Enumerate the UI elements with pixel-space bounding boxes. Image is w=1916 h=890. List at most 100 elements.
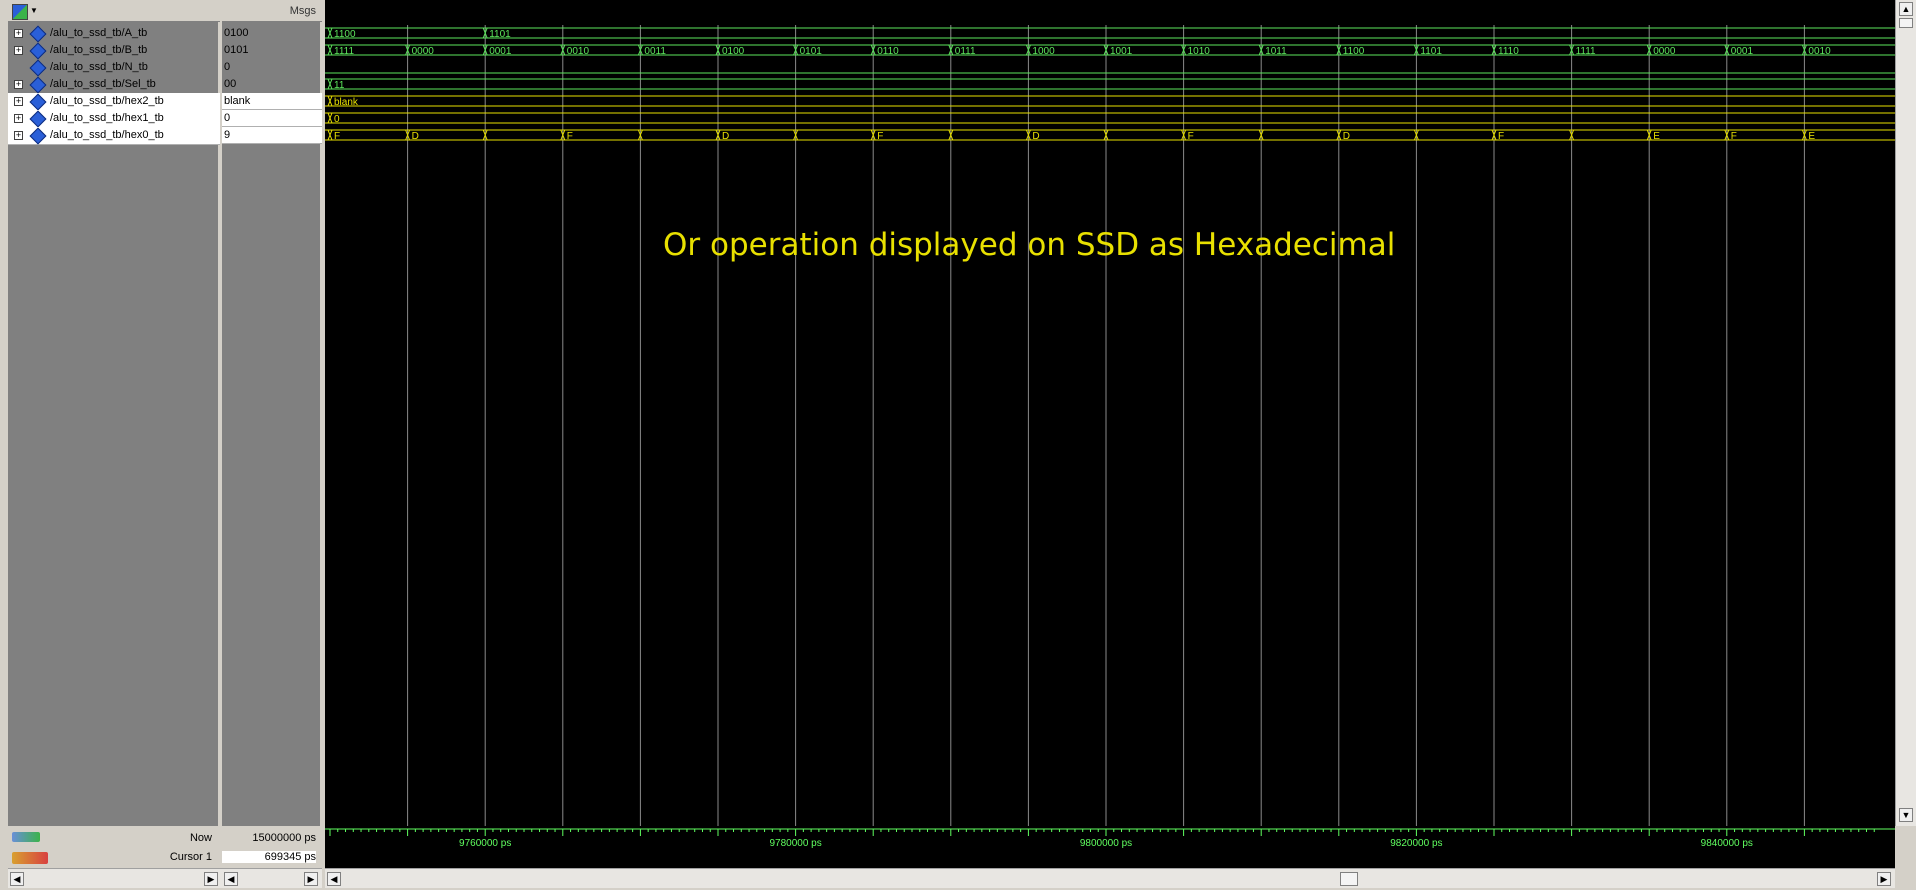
dropdown-arrow-icon[interactable]: ▼ bbox=[30, 6, 38, 15]
hex1-tb-wave-value-label: 0 bbox=[334, 114, 340, 125]
waveform-hscrollbar[interactable]: ◀ ▶ bbox=[325, 868, 1895, 888]
scroll-down-icon[interactable]: ▼ bbox=[1899, 808, 1913, 822]
names-header: ▼ bbox=[8, 0, 220, 22]
expand-icon[interactable]: + bbox=[14, 80, 23, 89]
signal-name: /alu_to_ssd_tb/hex0_tb bbox=[50, 129, 164, 141]
wave-toolbar-icon[interactable] bbox=[12, 4, 28, 20]
sel-tb-wave-edge bbox=[327, 78, 333, 90]
b-tb-wave-value-label: 0101 bbox=[800, 46, 823, 57]
signal-value: 9 bbox=[222, 127, 322, 144]
signal-row[interactable]: + /alu_to_ssd_tb/Sel_tb 00 bbox=[8, 76, 322, 94]
scroll-left-icon[interactable]: ◀ bbox=[224, 872, 238, 886]
hex0-tb-wave-edge bbox=[327, 129, 333, 141]
hex2-tb-wave-value-label: blank bbox=[334, 97, 359, 108]
expand-icon[interactable]: + bbox=[14, 29, 23, 38]
hex0-tb-wave-value-label: F bbox=[334, 131, 340, 142]
b-tb-wave-value-label: 0001 bbox=[1731, 46, 1754, 57]
waveform-vscrollbar[interactable]: ▲ ▼ bbox=[1895, 0, 1916, 826]
hscroll-thumb[interactable] bbox=[1340, 872, 1358, 886]
cursor-value[interactable]: 699345 ps bbox=[222, 851, 316, 863]
b-tb-wave-value-label: 0000 bbox=[412, 46, 435, 57]
expand-icon[interactable]: + bbox=[14, 97, 23, 106]
signal-row[interactable]: /alu_to_ssd_tb/N_tb 0 bbox=[8, 59, 322, 77]
vscroll-thumb[interactable] bbox=[1899, 18, 1913, 28]
cursor-tools-icon[interactable] bbox=[12, 852, 48, 864]
scroll-right-icon[interactable]: ▶ bbox=[304, 872, 318, 886]
signal-name: /alu_to_ssd_tb/A_tb bbox=[50, 27, 148, 39]
signal-name-cell[interactable]: + /alu_to_ssd_tb/A_tb bbox=[8, 25, 220, 43]
b-tb-wave-value-label: 1010 bbox=[1188, 46, 1211, 57]
b-tb-wave-value-label: 1111 bbox=[334, 46, 354, 57]
signal-diamond-icon bbox=[29, 25, 47, 43]
b-tb-wave-value-label: 1011 bbox=[1265, 46, 1287, 57]
b-tb-wave-value-label: 0011 bbox=[644, 46, 666, 57]
expand-icon[interactable]: + bbox=[14, 46, 23, 55]
signal-name-cell[interactable]: + /alu_to_ssd_tb/hex2_tb bbox=[8, 93, 220, 111]
time-axis-canvas: 9760000 ps 9780000 ps 9800000 ps 9820000 ps… bbox=[325, 828, 1895, 849]
now-icon[interactable] bbox=[12, 832, 40, 842]
scroll-left-icon[interactable]: ◀ bbox=[10, 872, 24, 886]
signal-name: /alu_to_ssd_tb/hex2_tb bbox=[50, 95, 164, 107]
signal-value: 0 bbox=[224, 61, 231, 73]
sel-tb-wave-value-label: 11 bbox=[334, 80, 345, 91]
signal-value: 0 bbox=[222, 110, 322, 127]
hex0-tb-wave-value-label: E bbox=[1653, 131, 1660, 142]
b-tb-wave-value-label: 0010 bbox=[1808, 46, 1831, 57]
hex0-tb-wave-value-label: F bbox=[1188, 131, 1194, 142]
signal-row[interactable]: + /alu_to_ssd_tb/hex1_tb 0 bbox=[8, 110, 322, 128]
b-tb-wave-value-label: 1110 bbox=[1498, 46, 1519, 57]
b-tb-wave-value-label: 1000 bbox=[1032, 46, 1055, 57]
signal-row[interactable]: + /alu_to_ssd_tb/hex0_tb 9 bbox=[8, 127, 322, 145]
b-tb-wave-value-label: 0111 bbox=[955, 46, 976, 57]
signal-name-cell[interactable]: /alu_to_ssd_tb/N_tb bbox=[8, 59, 220, 77]
b-tb-wave-value-label: 1100 bbox=[1343, 46, 1365, 57]
hex2-tb-wave-edge bbox=[327, 95, 333, 107]
signal-row[interactable]: + /alu_to_ssd_tb/A_tb 0100 bbox=[8, 25, 322, 43]
signal-value: 0101 bbox=[224, 44, 249, 56]
signal-name: /alu_to_ssd_tb/Sel_tb bbox=[50, 78, 156, 90]
waveform-pane[interactable]: 1100110111101111000000010010001101000101… bbox=[325, 0, 1895, 826]
signal-diamond-icon bbox=[29, 110, 47, 128]
a-tb-wave-value-label: 1101 bbox=[489, 29, 511, 40]
a-tb-wave-edge bbox=[327, 27, 333, 39]
a-tb-wave-value-label: 1100 bbox=[334, 29, 356, 40]
scroll-up-icon[interactable]: ▲ bbox=[1899, 2, 1913, 16]
scroll-left-icon[interactable]: ◀ bbox=[327, 872, 341, 886]
cursor-label[interactable]: Cursor 1 bbox=[170, 851, 212, 863]
hex1-tb-wave-edge bbox=[327, 112, 333, 124]
now-label: Now bbox=[189, 832, 212, 844]
hex0-tb-wave-value-label: F bbox=[1731, 131, 1737, 142]
signal-value: 00 bbox=[224, 78, 237, 90]
signal-row[interactable]: + /alu_to_ssd_tb/hex2_tb blank bbox=[8, 93, 322, 111]
signal-name-cell[interactable]: + /alu_to_ssd_tb/hex1_tb bbox=[8, 110, 220, 128]
waveform-annotation: Or operation displayed on SSD as Hexadec… bbox=[663, 227, 1396, 263]
signal-name-cell[interactable]: + /alu_to_ssd_tb/hex0_tb bbox=[8, 127, 220, 145]
signal-diamond-icon bbox=[29, 76, 47, 94]
signal-name-cell[interactable]: + /alu_to_ssd_tb/Sel_tb bbox=[8, 76, 220, 94]
axis-tick-label: 9760000 ps bbox=[459, 838, 511, 849]
hex0-tb-wave-value-label: D bbox=[1343, 131, 1350, 142]
signal-value: blank bbox=[222, 93, 322, 110]
time-axis: 9760000 ps 9780000 ps 9800000 ps 9820000 ps… bbox=[325, 826, 1895, 868]
status-names-panel: Now Cursor 1 bbox=[8, 826, 220, 868]
b-tb-wave-value-label: 1001 bbox=[1110, 46, 1133, 57]
expand-icon[interactable]: + bbox=[14, 114, 23, 123]
hex0-tb-wave-value-label: F bbox=[567, 131, 573, 142]
names-hscrollbar[interactable]: ◀ ▶ ◀ ▶ bbox=[8, 868, 322, 888]
axis-tick-label: 9780000 ps bbox=[769, 838, 821, 849]
signal-row[interactable]: + /alu_to_ssd_tb/B_tb 0101 bbox=[8, 42, 322, 60]
signal-diamond-icon bbox=[29, 127, 47, 145]
b-tb-wave-value-label: 0110 bbox=[877, 46, 899, 57]
signal-name-cell[interactable]: + /alu_to_ssd_tb/B_tb bbox=[8, 42, 220, 60]
hex0-tb-wave-value-label: F bbox=[877, 131, 883, 142]
scroll-right-icon[interactable]: ▶ bbox=[1877, 872, 1891, 886]
scroll-right-icon[interactable]: ▶ bbox=[204, 872, 218, 886]
hex0-tb-wave-value-label: E bbox=[1808, 131, 1815, 142]
hex0-tb-wave-value-label: F bbox=[1498, 131, 1504, 142]
expand-icon[interactable]: + bbox=[14, 131, 23, 140]
waveform-canvas[interactable]: 1100110111101111000000010010001101000101… bbox=[325, 0, 1895, 826]
axis-tick-label: 9800000 ps bbox=[1080, 838, 1132, 849]
msgs-header: Msgs bbox=[222, 0, 322, 22]
signal-name: /alu_to_ssd_tb/hex1_tb bbox=[50, 112, 164, 124]
hex0-tb-wave-value-label: D bbox=[1032, 131, 1039, 142]
